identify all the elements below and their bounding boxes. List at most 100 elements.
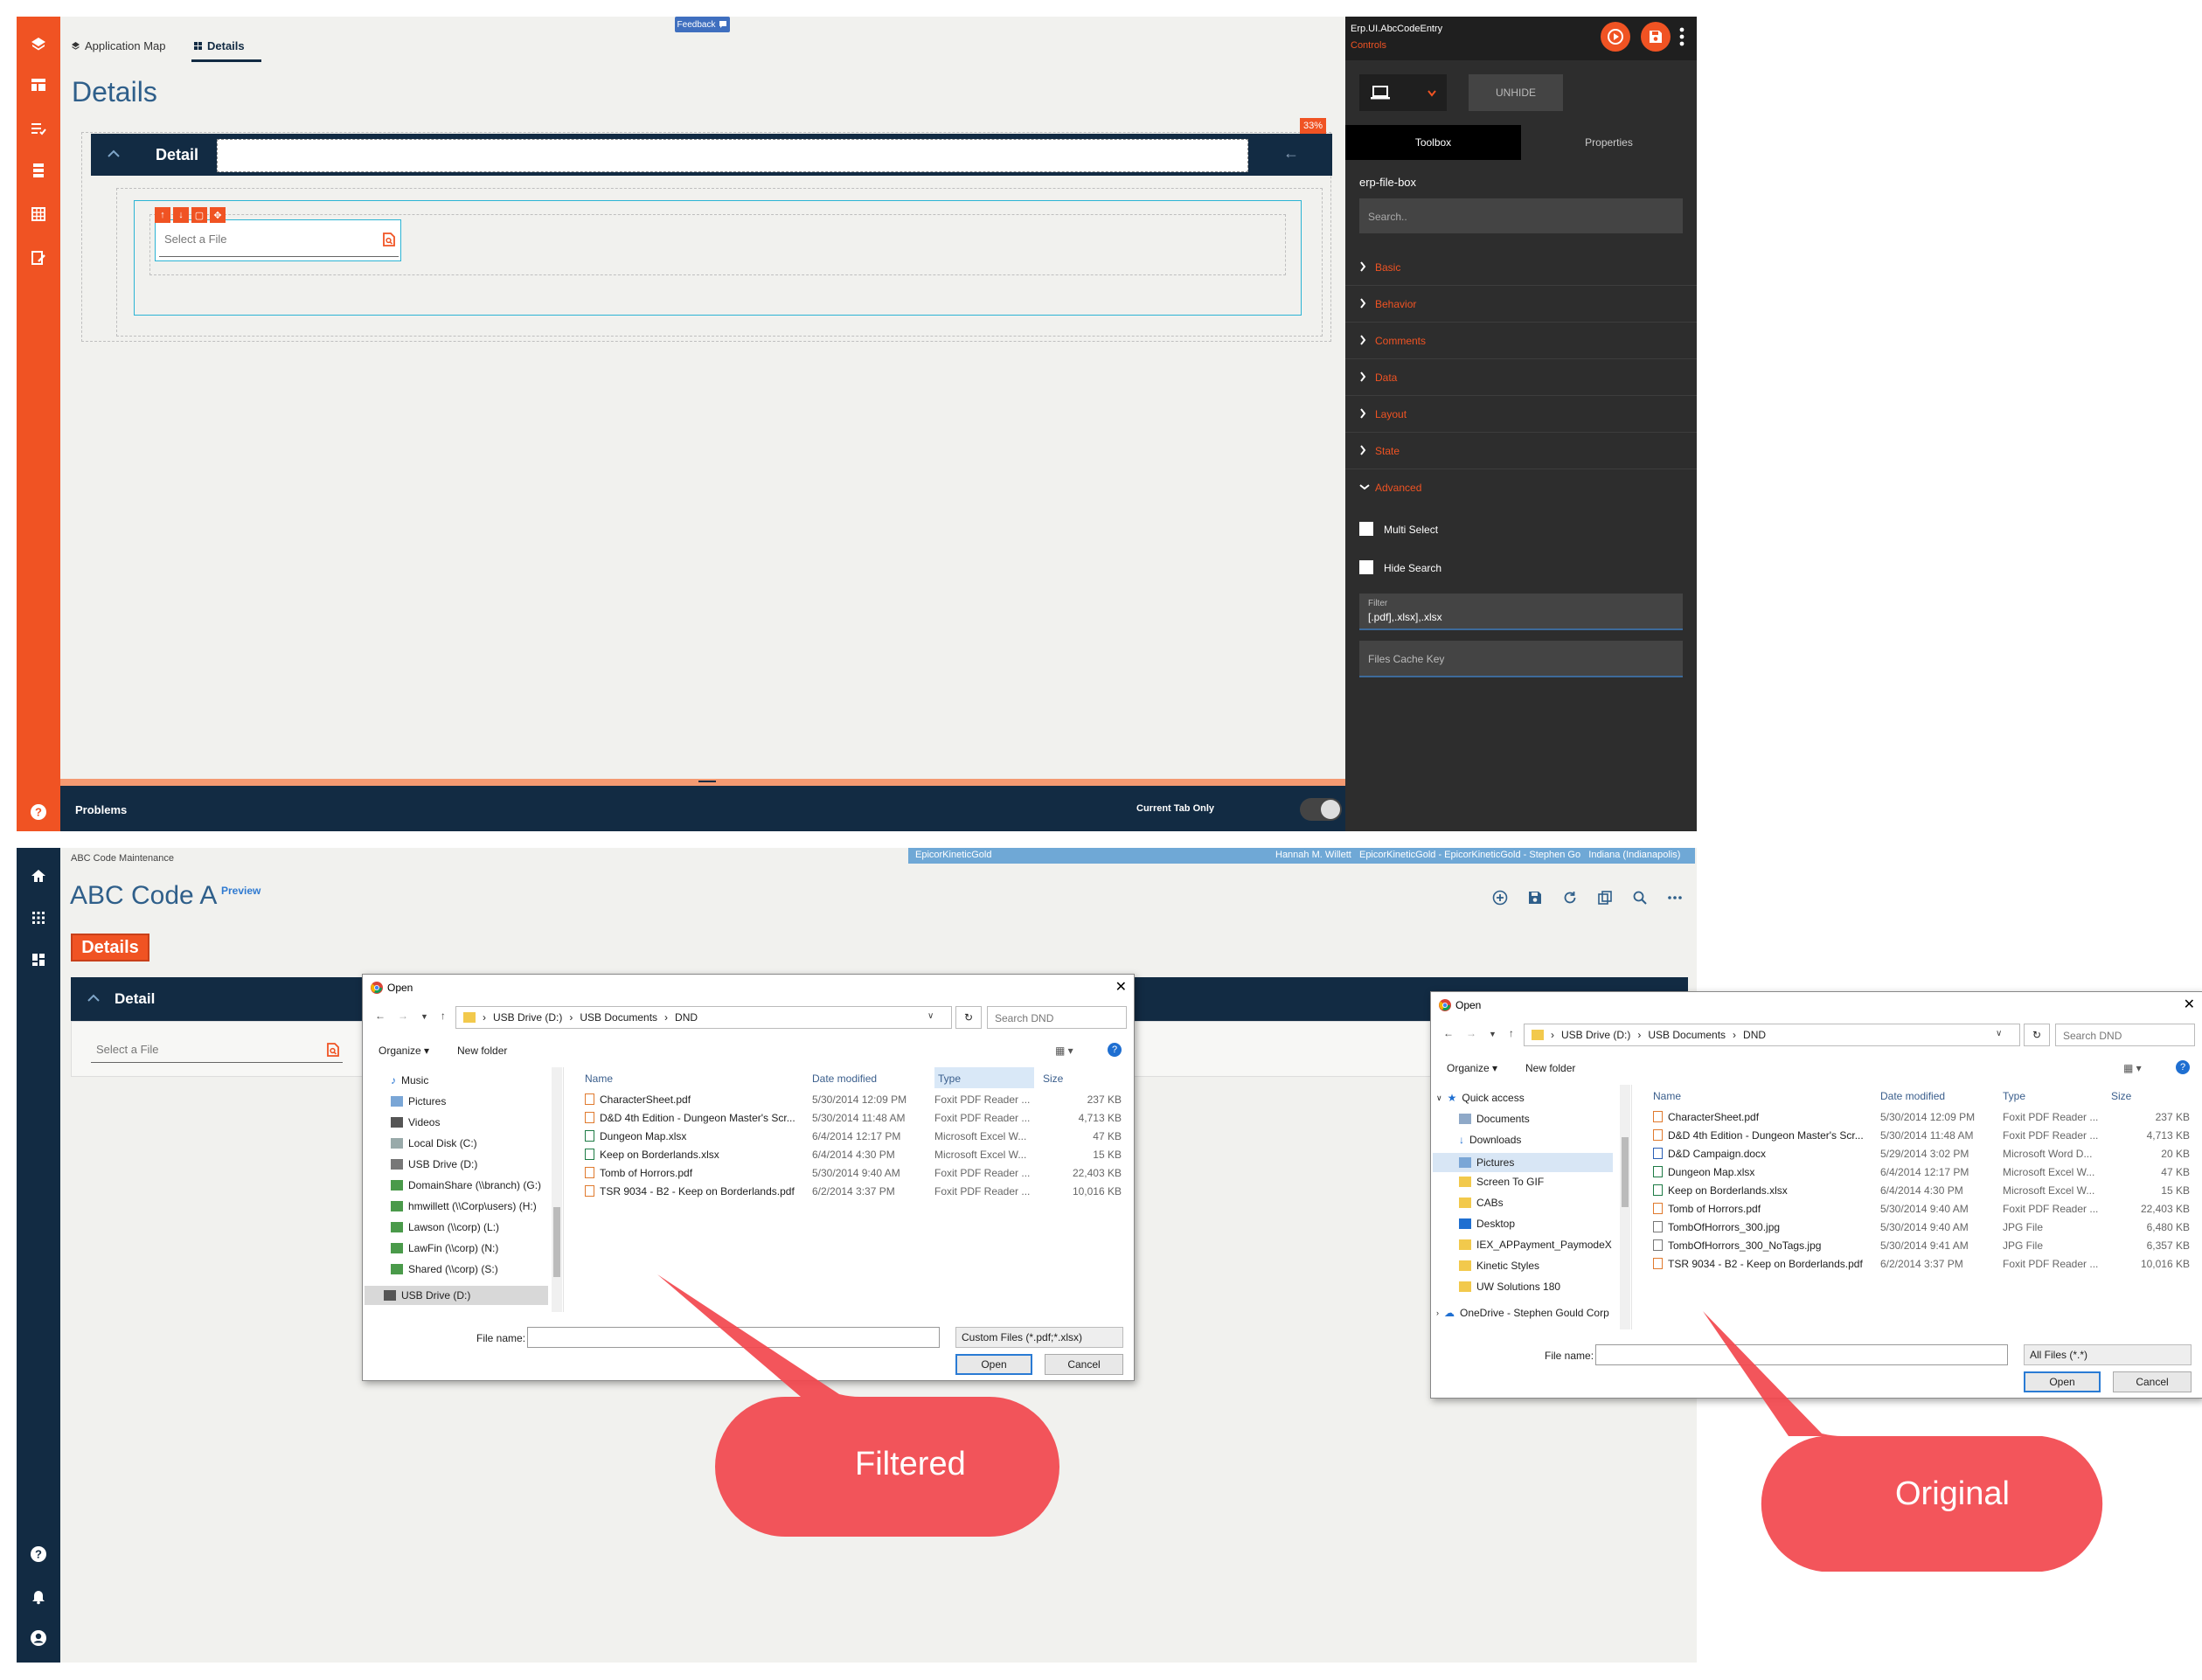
section-comments[interactable]: Comments xyxy=(1345,323,1697,359)
column-date-modified[interactable]: Date modified xyxy=(1880,1090,1945,1102)
nav-item-local-disk[interactable]: Local Disk (C:) xyxy=(391,1137,477,1149)
file-row[interactable]: CharacterSheet.pdf xyxy=(585,1093,691,1106)
edit-form-icon[interactable] xyxy=(26,246,51,270)
delete-icon[interactable]: ▢ xyxy=(191,207,207,223)
address-dropdown-icon[interactable]: ∨ xyxy=(927,1011,934,1021)
nav-item-hmwillett[interactable]: hmwillett (\\Corp\users) (H:) xyxy=(391,1200,537,1212)
filter-field[interactable]: Filter [.pdf],.xlsx],.xlsx xyxy=(1359,594,1683,630)
column-name[interactable]: Name xyxy=(1653,1090,1681,1102)
breadcrumb-details[interactable]: Details xyxy=(193,39,245,52)
dashboard-icon[interactable] xyxy=(26,948,51,972)
move-down-icon[interactable]: ↓ xyxy=(173,207,189,223)
back-arrow-icon[interactable]: ← xyxy=(375,1010,386,1022)
user-avatar-icon[interactable] xyxy=(26,1626,51,1650)
file-search-icon[interactable] xyxy=(327,1043,339,1057)
section-state[interactable]: State xyxy=(1345,433,1697,469)
section-advanced[interactable]: Advanced xyxy=(1345,469,1697,506)
file-box-selected[interactable]: Select a File xyxy=(155,219,401,261)
grid-table-icon[interactable] xyxy=(26,202,51,226)
data-flow-icon[interactable] xyxy=(26,158,51,183)
nav-item-downloads[interactable]: ↓ Downloads xyxy=(1459,1134,1521,1146)
file-row[interactable]: Dungeon Map.xlsx xyxy=(1653,1166,1754,1178)
organize-menu[interactable]: Organize ▾ xyxy=(379,1045,429,1057)
help-icon[interactable]: ? xyxy=(26,800,51,824)
detail-panel-title-input[interactable] xyxy=(217,139,1248,172)
nav-item-screen-to-gif[interactable]: Screen To GIF xyxy=(1459,1176,1544,1188)
nav-item-music[interactable]: ♪ Music xyxy=(391,1074,428,1086)
chevron-up-icon[interactable] xyxy=(87,992,101,1004)
file-search-icon[interactable] xyxy=(383,233,395,246)
nav-item-uw-solutions[interactable]: UW Solutions 180 xyxy=(1459,1281,1560,1293)
refresh-icon[interactable]: ↻ xyxy=(2024,1024,2050,1046)
search-input[interactable]: Search DND xyxy=(987,1006,1127,1029)
run-preview-button[interactable] xyxy=(1601,22,1630,52)
files-cache-key-field[interactable]: Files Cache Key xyxy=(1359,641,1683,677)
back-arrow-icon[interactable]: ← xyxy=(1443,1027,1454,1039)
tab-toolbox[interactable]: Toolbox xyxy=(1345,125,1521,160)
section-data[interactable]: Data xyxy=(1345,359,1697,396)
column-type[interactable]: Type xyxy=(2003,1090,2025,1102)
save-icon[interactable] xyxy=(1527,890,1543,906)
tab-details[interactable]: Details xyxy=(71,934,149,961)
column-type[interactable]: Type xyxy=(934,1067,1034,1088)
nav-item-shared[interactable]: Shared (\\corp) (S:) xyxy=(391,1263,498,1275)
file-row[interactable]: Tomb of Horrors.pdf xyxy=(585,1167,692,1179)
detail-panel-header[interactable]: Detail ← xyxy=(91,134,1332,176)
nav-item-usb-drive[interactable]: USB Drive (D:) xyxy=(391,1158,477,1170)
nav-item-kinetic-styles[interactable]: Kinetic Styles xyxy=(1459,1260,1539,1272)
copy-icon[interactable] xyxy=(1597,890,1613,906)
up-arrow-icon[interactable]: ↑ xyxy=(1509,1027,1514,1039)
file-row[interactable]: Keep on Borderlands.xlsx xyxy=(1653,1184,1788,1197)
column-name[interactable]: Name xyxy=(585,1073,613,1085)
device-size-select[interactable] xyxy=(1359,74,1447,111)
nav-item-pictures[interactable]: Pictures xyxy=(1433,1153,1613,1172)
drag-handle-icon[interactable]: ✥ xyxy=(210,207,226,223)
address-segment[interactable]: USB Drive (D:) xyxy=(493,1011,562,1024)
help-icon[interactable]: ? xyxy=(1108,1043,1122,1057)
refresh-icon[interactable]: ↻ xyxy=(955,1006,982,1029)
nav-scroll-thumb[interactable] xyxy=(1622,1137,1629,1207)
organize-menu[interactable]: Organize ▾ xyxy=(1447,1062,1497,1074)
breadcrumb-application-map[interactable]: Application Map xyxy=(71,39,166,52)
file-box[interactable]: Select a File xyxy=(87,1034,346,1066)
column-size[interactable]: Size xyxy=(2111,1090,2131,1102)
current-tab-only-toggle[interactable] xyxy=(1300,798,1342,821)
file-row[interactable]: D&D 4th Edition - Dungeon Master's Scr..… xyxy=(1653,1129,1864,1142)
file-row[interactable]: Keep on Borderlands.xlsx xyxy=(585,1149,719,1161)
nav-item-quick-access[interactable]: ∨ ★ Quick access xyxy=(1436,1092,1525,1104)
recent-dropdown-icon[interactable]: ▼ xyxy=(1489,1030,1497,1039)
file-row[interactable]: Tomb of Horrors.pdf xyxy=(1653,1203,1761,1215)
file-row[interactable]: Dungeon Map.xlsx xyxy=(585,1130,686,1142)
new-folder-button[interactable]: New folder xyxy=(457,1045,507,1057)
help-icon[interactable]: ? xyxy=(26,1542,51,1566)
more-vertical-icon[interactable] xyxy=(1679,27,1684,46)
problems-splitter[interactable] xyxy=(60,779,1345,786)
section-layout[interactable]: Layout xyxy=(1345,396,1697,433)
bell-icon[interactable] xyxy=(26,1584,51,1608)
column-size[interactable]: Size xyxy=(1043,1073,1063,1085)
file-row[interactable]: TombOfHorrors_300.jpg xyxy=(1653,1221,1780,1233)
designer-file-box[interactable]: Select a File xyxy=(156,220,402,262)
address-segment[interactable]: DND xyxy=(1743,1029,1766,1041)
properties-search-input[interactable]: Search.. xyxy=(1359,198,1683,233)
file-row[interactable]: D&D Campaign.docx xyxy=(1653,1148,1766,1160)
close-icon[interactable]: ✕ xyxy=(2184,996,2195,1013)
up-arrow-icon[interactable]: ↑ xyxy=(441,1010,446,1022)
nav-item-videos[interactable]: Videos xyxy=(391,1116,440,1128)
nav-item-usb-drive-selected[interactable]: USB Drive (D:) xyxy=(365,1286,548,1305)
nav-item-iex[interactable]: IEX_APPayment_PaymodeX xyxy=(1459,1239,1612,1251)
address-segment[interactable]: USB Drive (D:) xyxy=(1561,1029,1630,1041)
address-bar[interactable]: › USB Drive (D:) › USB Documents › DND xyxy=(455,1006,952,1029)
view-options-icon[interactable]: ▦ ▾ xyxy=(2123,1062,2142,1074)
address-segment[interactable]: DND xyxy=(675,1011,698,1024)
nav-item-cabs[interactable]: CABs xyxy=(1459,1197,1504,1209)
column-date-modified[interactable]: Date modified xyxy=(812,1073,877,1085)
nav-scrollbar[interactable] xyxy=(552,1067,562,1312)
hide-search-checkbox[interactable] xyxy=(1359,560,1373,574)
nav-item-desktop[interactable]: Desktop xyxy=(1459,1218,1515,1230)
nav-item-lawson[interactable]: Lawson (\\corp) (L:) xyxy=(391,1221,499,1233)
layout-icon[interactable] xyxy=(26,73,51,97)
home-icon[interactable] xyxy=(26,864,51,888)
apps-grid-icon[interactable] xyxy=(26,906,51,930)
file-row[interactable]: CharacterSheet.pdf xyxy=(1653,1111,1759,1123)
